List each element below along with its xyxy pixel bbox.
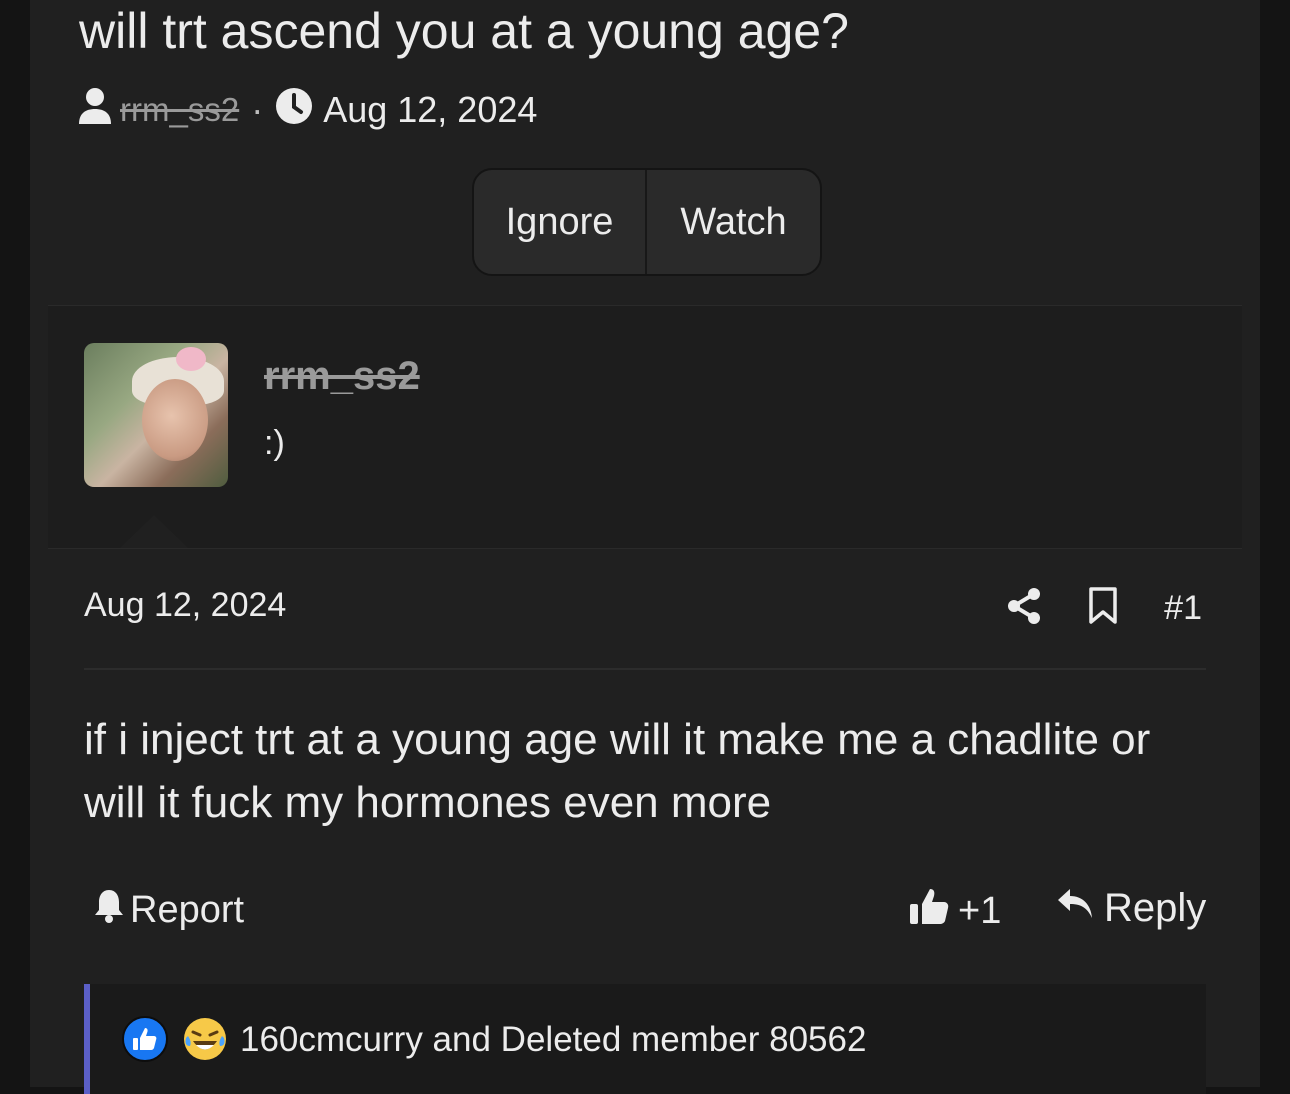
- avatar[interactable]: [84, 343, 228, 487]
- post-author-title: :): [264, 424, 285, 462]
- reply-button[interactable]: Reply: [1056, 886, 1206, 931]
- report-label: Report: [130, 888, 245, 931]
- watch-button[interactable]: Watch: [647, 170, 820, 274]
- avatar-flower: [176, 347, 206, 371]
- reactions-bar[interactable]: 160cmcurry and Deleted member 80562: [84, 984, 1206, 1094]
- post-body: if i inject trt at a young age will it m…: [84, 715, 1151, 827]
- ignore-button[interactable]: Ignore: [474, 170, 647, 274]
- thread-action-buttons: Ignore Watch: [472, 168, 822, 276]
- reaction-users[interactable]: 160cmcurry and Deleted member 80562: [240, 1020, 866, 1060]
- share-icon[interactable]: [1006, 587, 1042, 630]
- post-user-block: rrm_ss2 :): [48, 305, 1242, 549]
- like-button[interactable]: +1: [908, 886, 1001, 936]
- like-count: +1: [958, 889, 1002, 932]
- thread-title: will trt ascend you at a young age?: [79, 3, 849, 59]
- post-number-link[interactable]: #1: [1164, 589, 1202, 628]
- laugh-cry-reaction-icon: [182, 1016, 228, 1067]
- reply-arrow-icon: [1056, 886, 1104, 931]
- bookmark-icon[interactable]: [1088, 586, 1118, 630]
- post-tools: #1: [1006, 586, 1202, 630]
- thumbs-up-icon: [908, 886, 958, 936]
- thread-author-link[interactable]: rrm_ss2: [120, 91, 239, 129]
- thread-date[interactable]: Aug 12, 2024: [323, 89, 537, 131]
- reaction-icons: [122, 1016, 228, 1067]
- post-date[interactable]: Aug 12, 2024: [84, 586, 286, 625]
- post-header-divider: [84, 668, 1206, 670]
- thread-meta: rrm_ss2 · Aug 12, 2024: [78, 87, 537, 134]
- report-button[interactable]: Report: [92, 886, 244, 934]
- post-author-name[interactable]: rrm_ss2: [264, 354, 420, 399]
- like-reaction-icon: [122, 1016, 168, 1067]
- bell-icon: [92, 886, 130, 934]
- clock-icon: [275, 87, 313, 134]
- reply-label: Reply: [1104, 886, 1207, 930]
- avatar-face: [142, 379, 208, 461]
- user-block-pointer: [120, 515, 188, 548]
- user-icon: [78, 87, 112, 134]
- meta-separator: ·: [251, 89, 264, 130]
